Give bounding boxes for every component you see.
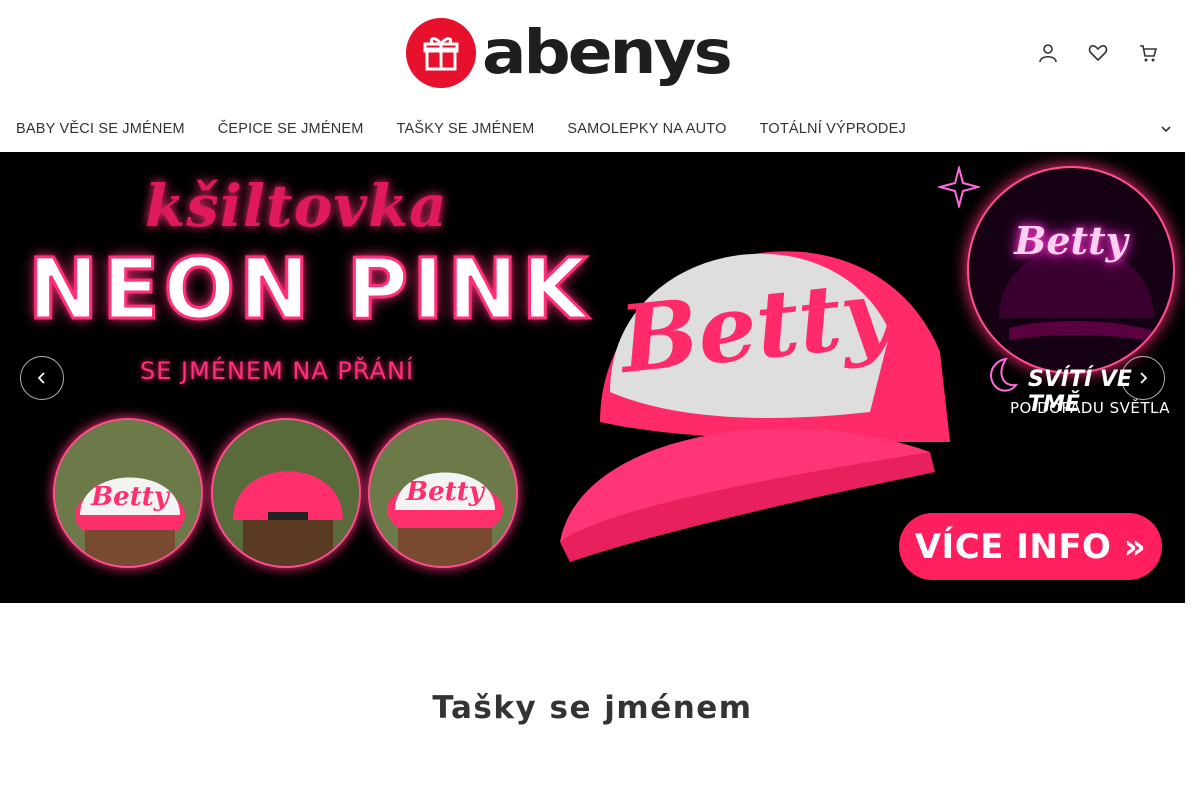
glow-name-text: Betty	[1014, 218, 1128, 263]
heart-icon[interactable]	[1084, 40, 1112, 66]
banner-thumb-1: Betty	[53, 418, 203, 568]
slider-next-button[interactable]	[1121, 356, 1165, 400]
hero-banner[interactable]: kšiltovka NEON PINK SE JMÉNEM NA PŘÁNÍ B…	[0, 152, 1185, 603]
nav-item-tasky[interactable]: TAŠKY SE JMÉNEM	[397, 121, 535, 137]
svg-text:Betty: Betty	[90, 482, 171, 512]
site-logo[interactable]: abenys	[406, 17, 778, 89]
site-header: abenys	[0, 0, 1200, 106]
user-icon[interactable]	[1034, 40, 1062, 66]
nav-item-baby-veci[interactable]: BABY VĚCI SE JMÉNEM	[16, 121, 185, 137]
chevron-left-icon	[37, 372, 45, 384]
slider-prev-button[interactable]	[20, 356, 64, 400]
logo-wordmark: abenys	[482, 17, 733, 88]
cap-image	[540, 182, 970, 582]
glow-cap-circle: Betty	[967, 166, 1175, 374]
banner-big-title: NEON PINK	[27, 239, 591, 340]
nav-item-cepice[interactable]: ČEPICE SE JMÉNEM	[218, 121, 364, 137]
gift-icon	[406, 18, 476, 88]
glow-subtitle: PO DOPADU SVĚTLA	[1010, 399, 1171, 417]
nav-item-vyprodej[interactable]: TOTÁLNÍ VÝPRODEJ	[760, 121, 906, 137]
chevron-down-icon[interactable]	[1159, 122, 1173, 136]
cart-icon[interactable]	[1134, 40, 1162, 66]
section-title: Tašky se jménem	[432, 690, 753, 726]
header-icon-group	[1034, 40, 1162, 66]
chevron-right-icon	[1140, 372, 1148, 384]
banner-small-title: kšiltovka	[145, 172, 448, 240]
nav-item-samolepky[interactable]: SAMOLEPKY NA AUTO	[567, 121, 726, 137]
main-navigation: BABY VĚCI SE JMÉNEM ČEPICE SE JMÉNEM TAŠ…	[0, 106, 1185, 152]
more-info-button[interactable]: VÍCE INFO »	[899, 513, 1162, 580]
moon-icon	[978, 355, 1019, 400]
svg-text:Betty: Betty	[405, 477, 486, 507]
banner-thumb-2	[211, 418, 361, 568]
banner-subtitle: SE JMÉNEM NA PŘÁNÍ	[140, 357, 415, 385]
banner-thumb-3: Betty	[368, 418, 518, 568]
